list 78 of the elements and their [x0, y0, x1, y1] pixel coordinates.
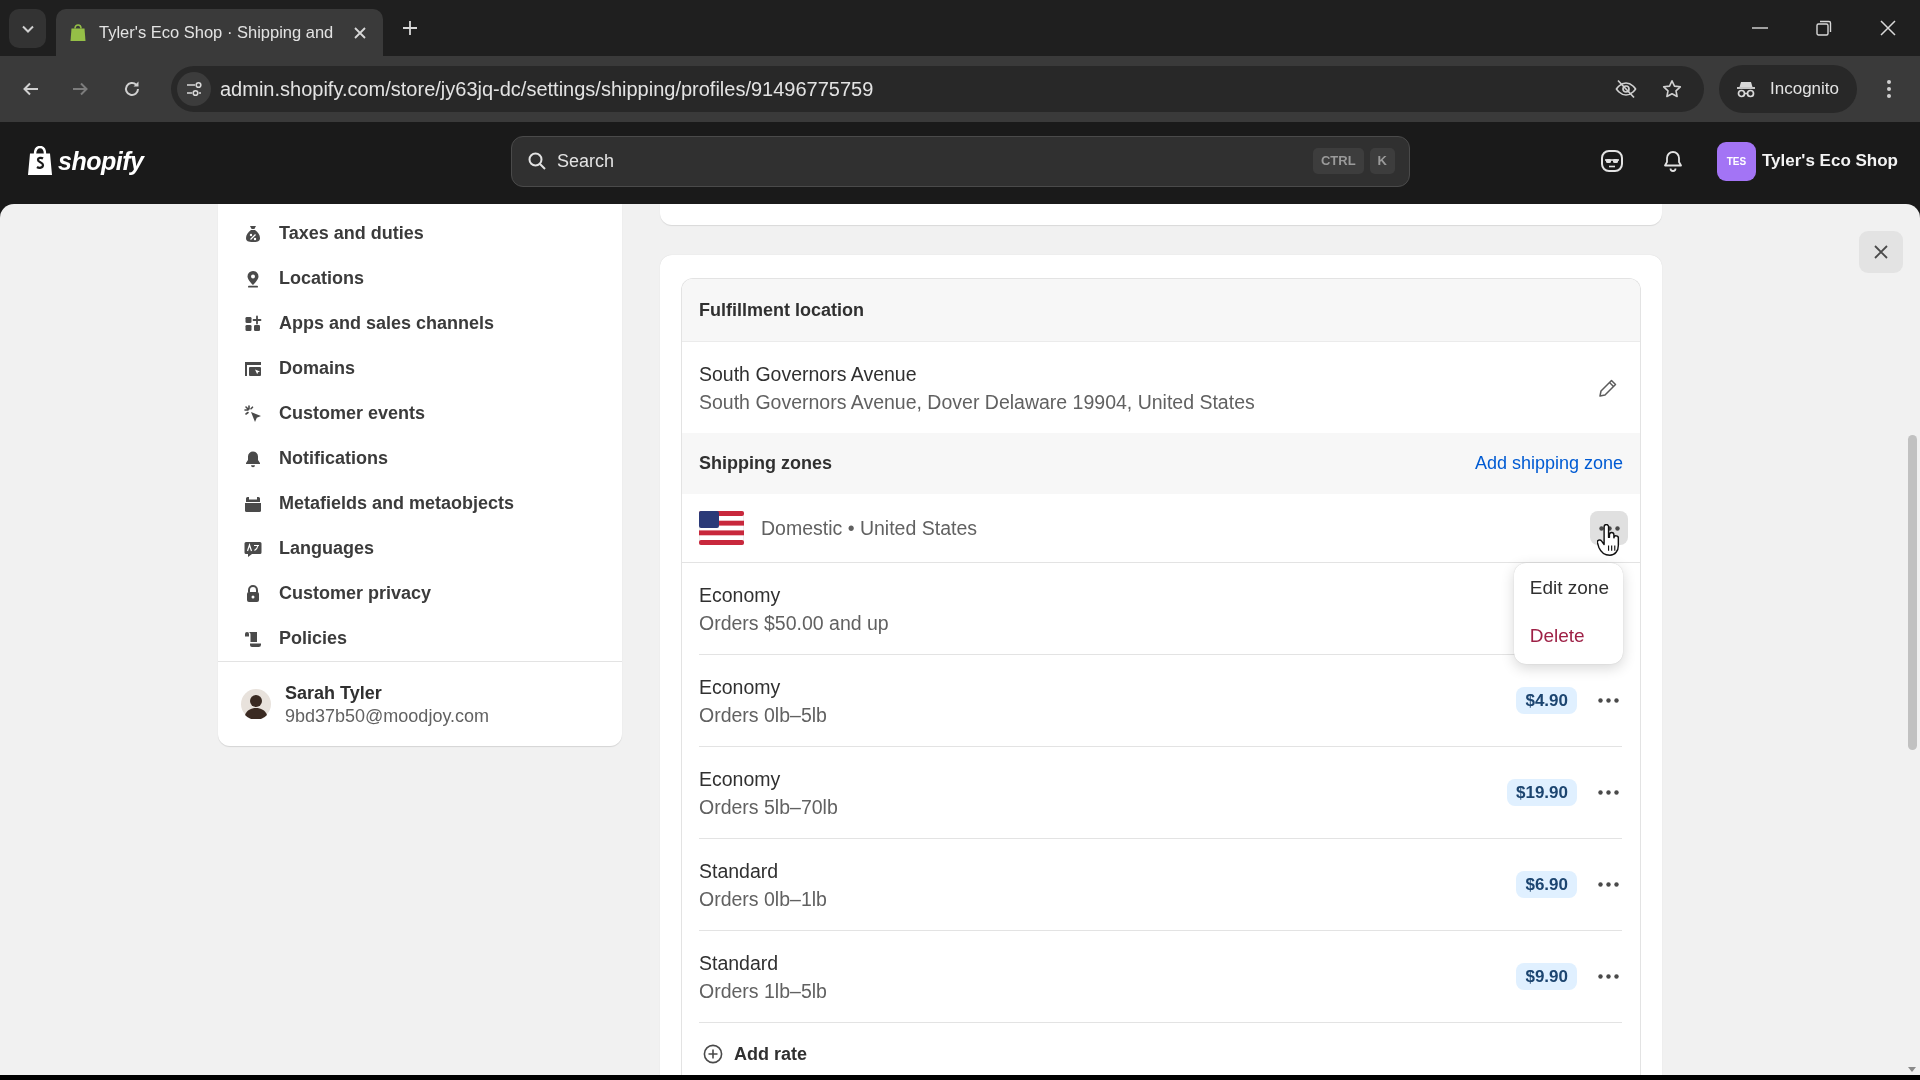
- price-badge: $19.90: [1507, 779, 1577, 806]
- hand-cursor-icon: [1597, 524, 1621, 557]
- eye-off-icon[interactable]: [1615, 79, 1637, 99]
- close-button[interactable]: [1859, 231, 1903, 273]
- sidebar-item[interactable]: Apps and sales channels: [218, 301, 622, 346]
- bell-icon[interactable]: [1661, 149, 1685, 173]
- user-name: Sarah Tyler: [285, 681, 383, 705]
- star-icon[interactable]: [1662, 79, 1682, 99]
- incognito-icon: [1736, 79, 1756, 99]
- sidebar-item[interactable]: Metafields and metaobjects: [218, 481, 622, 526]
- rate-condition: Orders 0lb–5lb: [699, 702, 827, 728]
- browser-tab[interactable]: Tyler's Eco Shop · Shipping and: [56, 9, 383, 56]
- shortcut-key: K: [1369, 148, 1395, 174]
- profile-button[interactable]: Incognito: [1719, 65, 1857, 113]
- sidebar-item[interactable]: Languages: [218, 526, 622, 571]
- section-title: Shipping zones: [699, 453, 832, 474]
- close-icon: [1873, 244, 1889, 260]
- sidebar-item[interactable]: Locations: [218, 256, 622, 301]
- location-name: South Governors Avenue: [699, 361, 918, 387]
- shortcut-key: CTRL: [1312, 148, 1364, 174]
- face-glasses-icon[interactable]: [1600, 149, 1624, 173]
- location-address: South Governors Avenue, Dover Delaware 19904, United States: [699, 389, 1255, 415]
- sidebar-item[interactable]: Taxes and duties: [218, 211, 622, 256]
- cursor-click-icon: [243, 403, 263, 424]
- rate-condition: Orders 5lb–70lb: [699, 794, 838, 820]
- chevron-down-icon: [21, 24, 34, 33]
- rate-name: Economy: [699, 674, 782, 700]
- money-bag-icon: [243, 223, 263, 244]
- sidebar-item[interactable]: Customer privacy: [218, 571, 622, 616]
- plus-icon[interactable]: [401, 19, 419, 37]
- more-icon[interactable]: [1598, 790, 1619, 795]
- add-shipping-zone-link[interactable]: Add shipping zone: [1474, 453, 1623, 474]
- sidebar-item[interactable]: Policies: [218, 616, 622, 661]
- plus-circle-icon: [703, 1044, 723, 1064]
- shopping-bag-icon: [70, 23, 86, 42]
- rate-condition: Orders $50.00 and up: [699, 610, 889, 636]
- store-avatar: TES: [1717, 141, 1756, 181]
- site-settings-icon[interactable]: [177, 72, 211, 106]
- sidebar-item[interactable]: Customer events: [218, 391, 622, 436]
- menu-item[interactable]: Delete: [1513, 612, 1623, 660]
- close-icon[interactable]: [353, 25, 367, 40]
- tab-list-button[interactable]: [9, 9, 46, 48]
- rate-condition: Orders 0lb–1lb: [699, 886, 827, 912]
- search-field[interactable]: Search CTRL K: [511, 135, 1410, 187]
- price-badge: $9.90: [1516, 963, 1577, 990]
- add-rate-button[interactable]: Add rate: [682, 1023, 807, 1075]
- price-badge: $4.90: [1516, 687, 1577, 714]
- rate-name: Standard: [699, 858, 780, 884]
- user-email: 9bd37b50@moodjoy.com: [285, 704, 490, 727]
- price-badge: $6.90: [1516, 871, 1577, 898]
- scrollbar-thumb[interactable]: [1908, 435, 1917, 750]
- reload-icon[interactable]: [122, 79, 142, 99]
- logo-wordmark: shopify: [58, 146, 144, 176]
- user-avatar-icon: [241, 689, 271, 719]
- search-input[interactable]: Search: [557, 146, 1307, 176]
- close-icon[interactable]: [1880, 20, 1896, 36]
- rate-name: Economy: [699, 766, 782, 792]
- sidebar-item[interactable]: Notifications: [218, 436, 622, 481]
- rate-name: Standard: [699, 950, 780, 976]
- zone-name: Domestic • United States: [761, 516, 977, 540]
- apps-grid-icon: [243, 313, 263, 334]
- section-title: Fulfillment location: [699, 299, 864, 321]
- shopping-bag-icon: [27, 146, 53, 176]
- search-icon: [527, 151, 547, 171]
- address-bar[interactable]: admin.shopify.com/store/jy63jq-dc/settings/shipping/profiles/91496775759: [171, 66, 1704, 112]
- restore-icon[interactable]: [1816, 20, 1832, 36]
- scroll-down-icon[interactable]: [1908, 1067, 1916, 1072]
- more-icon[interactable]: [1598, 698, 1619, 703]
- sidebar-item[interactable]: Domains: [218, 346, 622, 391]
- more-icon[interactable]: [1598, 882, 1619, 887]
- pencil-icon[interactable]: [1598, 377, 1618, 398]
- menu-item[interactable]: Edit zone: [1513, 564, 1623, 612]
- rate-name: Economy: [699, 582, 782, 608]
- more-icon[interactable]: [1598, 974, 1619, 979]
- more-vertical-icon[interactable]: [1886, 79, 1892, 99]
- store-menu-button[interactable]: TES Tyler's Eco Shop: [1717, 141, 1898, 181]
- flag-icon: [699, 511, 744, 545]
- rate-condition: Orders 1lb–5lb: [699, 978, 827, 1004]
